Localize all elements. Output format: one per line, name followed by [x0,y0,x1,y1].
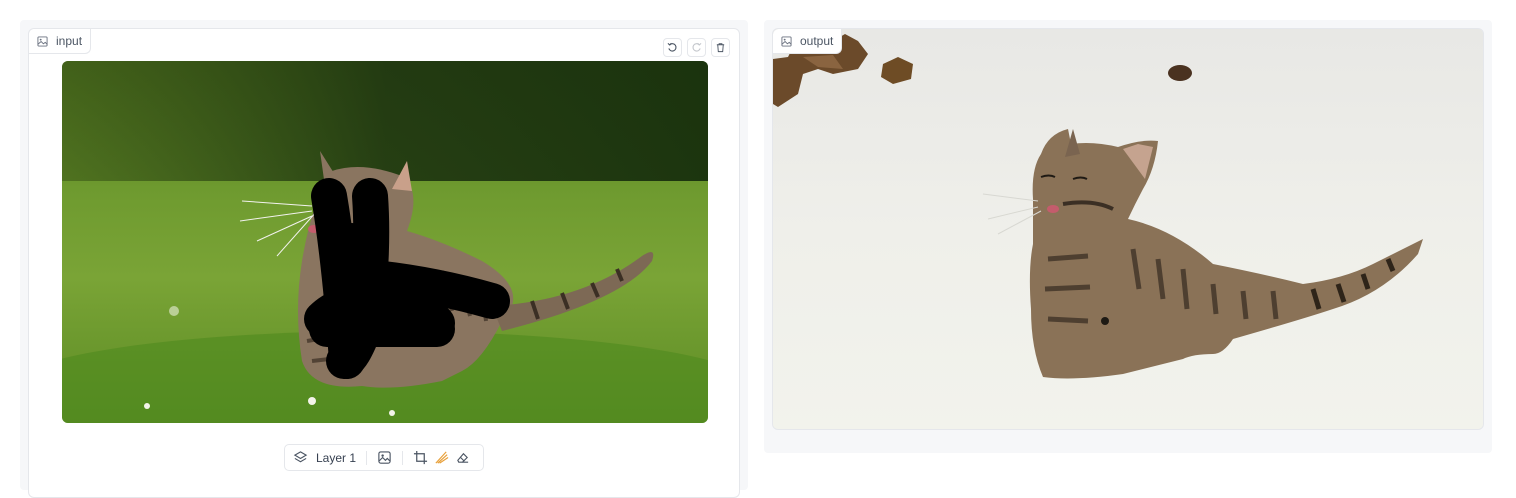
trash-icon [716,43,725,53]
input-image-editor: input Layer 1 [28,28,740,498]
undo-button[interactable] [663,38,682,57]
layer-label[interactable]: Layer 1 [316,451,356,465]
editor-toolbar: Layer 1 [284,444,484,471]
output-label-text: output [800,34,834,48]
image-icon [781,35,792,47]
clear-button[interactable] [711,38,730,57]
eraser-icon[interactable] [455,450,470,465]
segmented-cat-output [773,29,1483,429]
input-label-text: input [56,34,83,48]
cat-photo-with-mask [62,61,708,423]
output-label: output [773,29,843,54]
image-icon [37,35,48,47]
redo-button[interactable] [687,38,706,57]
image-icon[interactable] [377,450,392,465]
output-image: output [772,28,1484,430]
editor-canvas[interactable] [62,61,708,423]
undo-icon [667,42,677,52]
input-label: input [29,29,92,54]
layers-icon[interactable] [293,450,308,465]
toolbar-divider [402,450,404,465]
crop-icon[interactable] [413,450,428,465]
brush-icon[interactable] [434,450,449,465]
redo-icon [692,42,702,52]
toolbar-divider [366,450,368,465]
